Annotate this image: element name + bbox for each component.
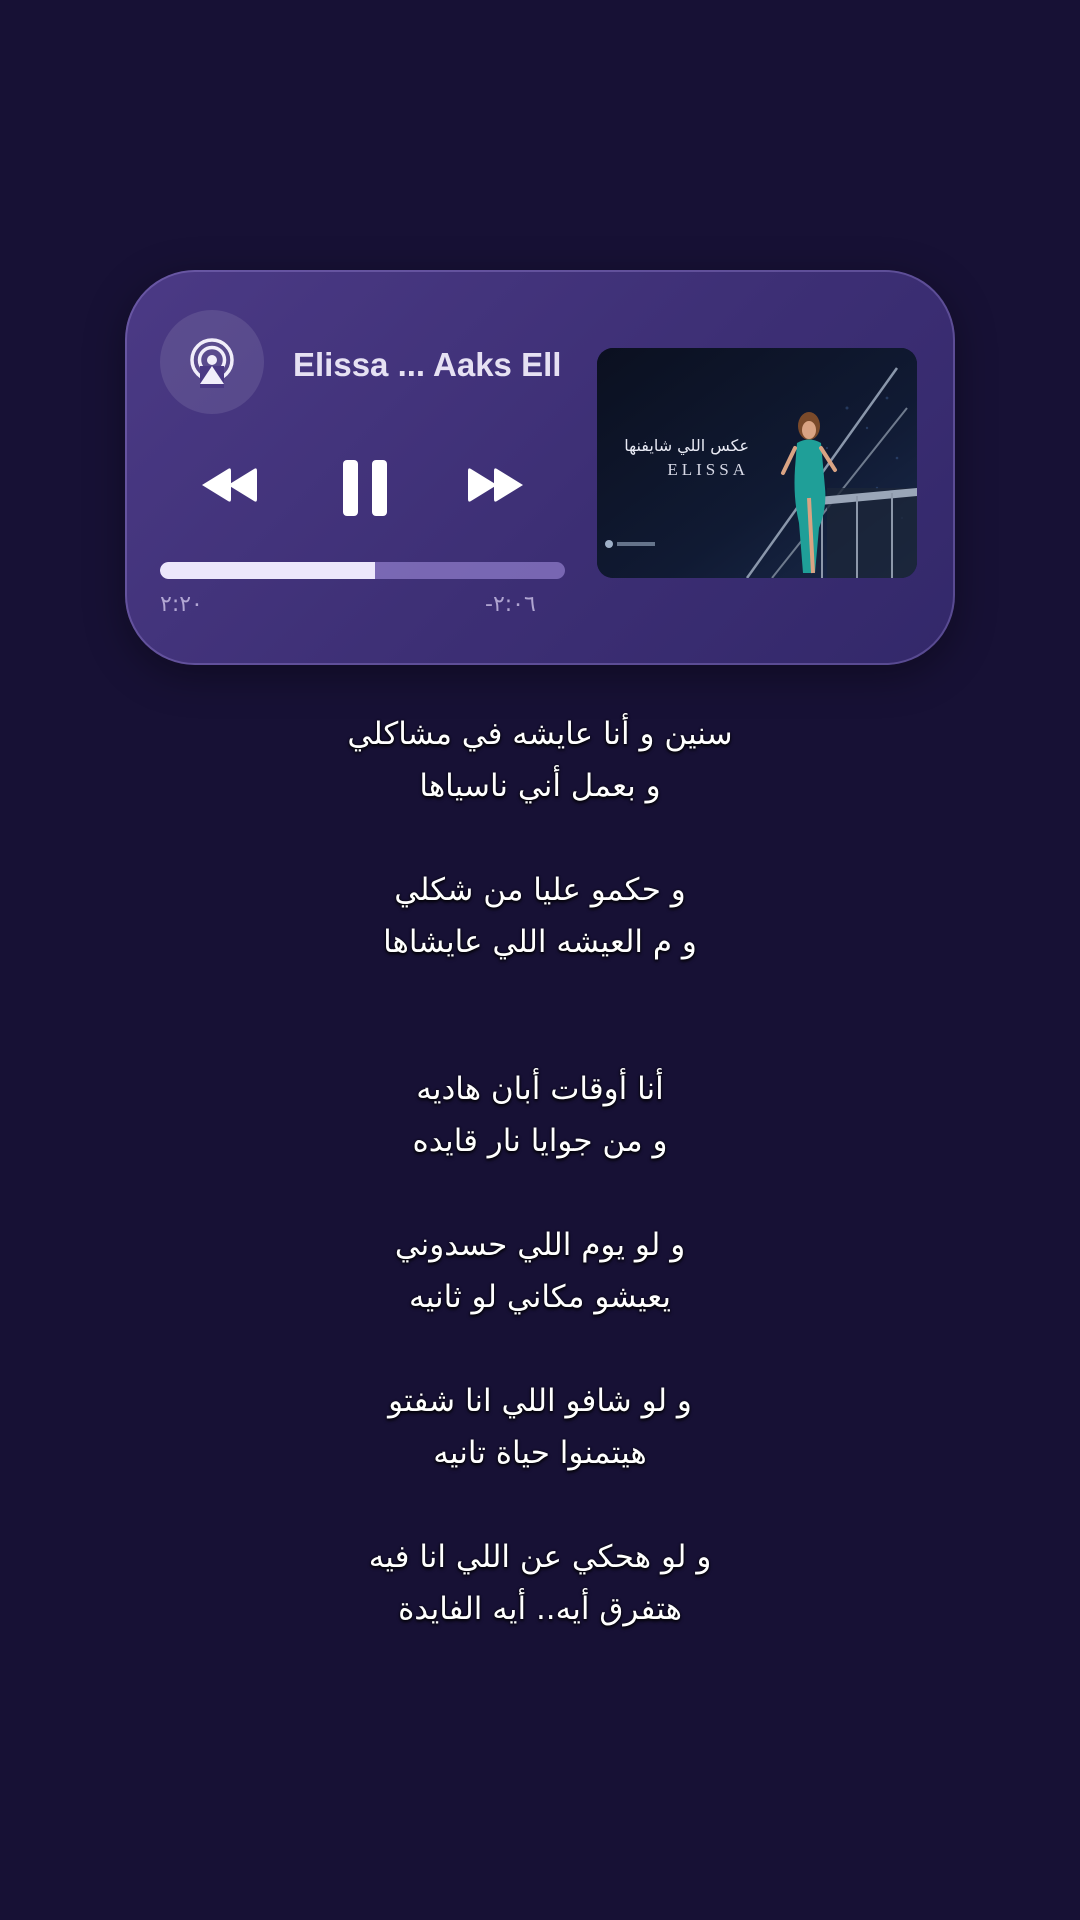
airplay-icon [190,338,234,388]
now-playing-card[interactable]: Elissa ... Aaks Ell ٢:٢٠ -٢:٠٦ عكس اللي … [125,270,955,665]
lyric-line: و حكمو عليا من شكلي [394,872,686,908]
lyric-line: و من جوايا نار قايده [412,1123,668,1159]
lyric-line: و م العيشه اللي عايشاها [383,924,697,960]
lyric-line: سنين و أنا عايشه في مشاكلي [347,716,733,752]
lyric-line: هيتمنوا حياة تانيه [433,1435,647,1471]
album-artwork[interactable]: عكس اللي شايفنها ELISSA [597,348,917,578]
rewind-button[interactable] [195,460,265,510]
lyric-line: هتفرق أيه.. أيه الفايدة [398,1591,682,1627]
fast-forward-button[interactable] [460,460,530,510]
lyric-line: و بعمل أني ناسياها [419,768,661,804]
lyric-line: و لو شافو اللي انا شفتو [388,1383,692,1419]
pause-button[interactable] [335,455,395,520]
lyric-line: و لو هحكي عن اللي انا فيه [368,1539,712,1575]
rewind-icon [202,468,257,502]
lyric-line: و لو يوم اللي حسدوني [394,1227,686,1263]
lyrics-block: سنين و أنا عايشه في مشاكلي و بعمل أني نا… [0,708,1080,1635]
pause-icon [343,459,387,516]
elapsed-time: ٢:٢٠ [160,592,203,617]
remaining-time: -٢:٠٦ [485,592,536,617]
lyric-line: يعيشو مكاني لو ثانيه [409,1279,671,1315]
airplay-button[interactable] [160,310,264,414]
artwork-artist: ELISSA [667,460,749,479]
track-title: Elissa ... Aaks Ell [293,346,562,383]
track-title-container: Elissa ... Aaks Ell [293,340,565,390]
progress-bar[interactable] [160,562,565,579]
progress-fill [160,562,375,579]
fast-forward-icon [468,468,523,502]
lyric-line: أنا أوقات أبان هاديه [416,1071,664,1107]
artwork-title: عكس اللي شايفنها [624,436,749,455]
